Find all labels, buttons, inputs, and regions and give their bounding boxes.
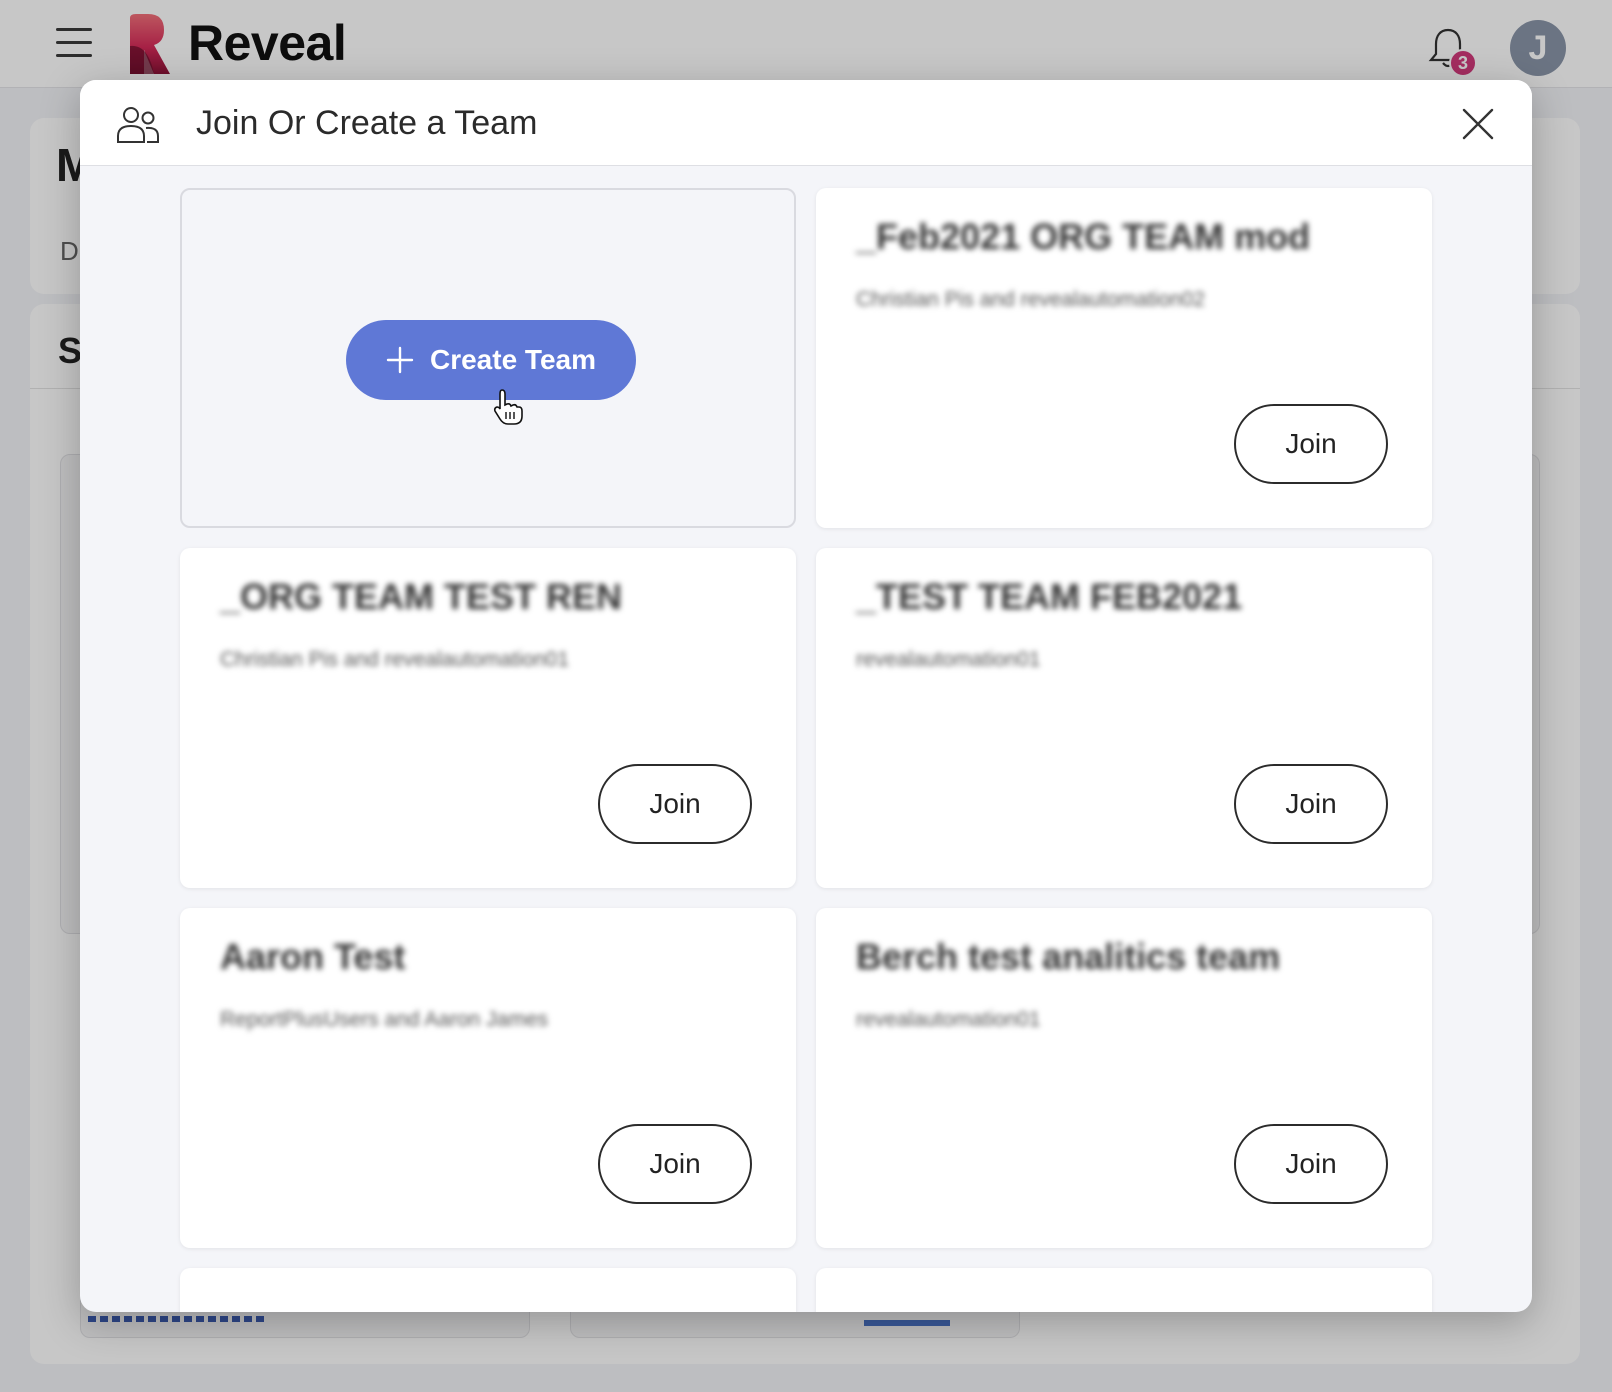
- join-button[interactable]: Join: [598, 764, 752, 844]
- team-members: revealautomation01: [856, 648, 1041, 671]
- team-card: [816, 1268, 1432, 1312]
- join-button[interactable]: Join: [598, 1124, 752, 1204]
- join-button[interactable]: Join: [1234, 1124, 1388, 1204]
- team-members: revealautomation01: [856, 1008, 1041, 1031]
- team-name: _Feb2021 ORG TEAM mod: [856, 216, 1311, 257]
- dialog-title: Join Or Create a Team: [196, 104, 538, 142]
- team-members: Christian Pis and revealautomation02: [856, 288, 1206, 311]
- create-team-label: Create Team: [429, 344, 596, 375]
- join-team-dialog: Join Or Create a Team Create Team _Feb20…: [80, 80, 1532, 1312]
- team-card: Aaron Test ReportPlusUsers and Aaron Jam…: [180, 908, 796, 1248]
- team-name: _TEST TEAM FEB2021: [856, 576, 1243, 617]
- team-members: ReportPlusUsers and Aaron James: [220, 1008, 548, 1031]
- team-card: Berch test analitics team revealautomati…: [816, 908, 1432, 1248]
- join-button[interactable]: Join: [1234, 404, 1388, 484]
- team-members: Christian Pis and revealautomation01: [220, 648, 570, 671]
- create-team-card: Create Team: [180, 188, 796, 528]
- dialog-header: Join Or Create a Team: [80, 80, 1532, 166]
- team-card: _Feb2021 ORG TEAM mod Christian Pis and …: [816, 188, 1432, 528]
- team-card: _TEST TEAM FEB2021 revealautomation01 Jo…: [816, 548, 1432, 888]
- hand-cursor-icon: [493, 389, 523, 425]
- plus-icon: [386, 346, 414, 374]
- close-button[interactable]: [1456, 102, 1500, 146]
- team-name: _ORG TEAM TEST REN: [220, 576, 623, 617]
- close-icon[interactable]: [1462, 108, 1494, 140]
- team-name: Aaron Test: [220, 936, 406, 977]
- create-team-button[interactable]: Create Team: [346, 320, 636, 400]
- team-card: [180, 1268, 796, 1312]
- team-name: Berch test analitics team: [856, 936, 1281, 977]
- join-button[interactable]: Join: [1234, 764, 1388, 844]
- team-card: _ORG TEAM TEST REN Christian Pis and rev…: [180, 548, 796, 888]
- team-icon: [117, 107, 159, 143]
